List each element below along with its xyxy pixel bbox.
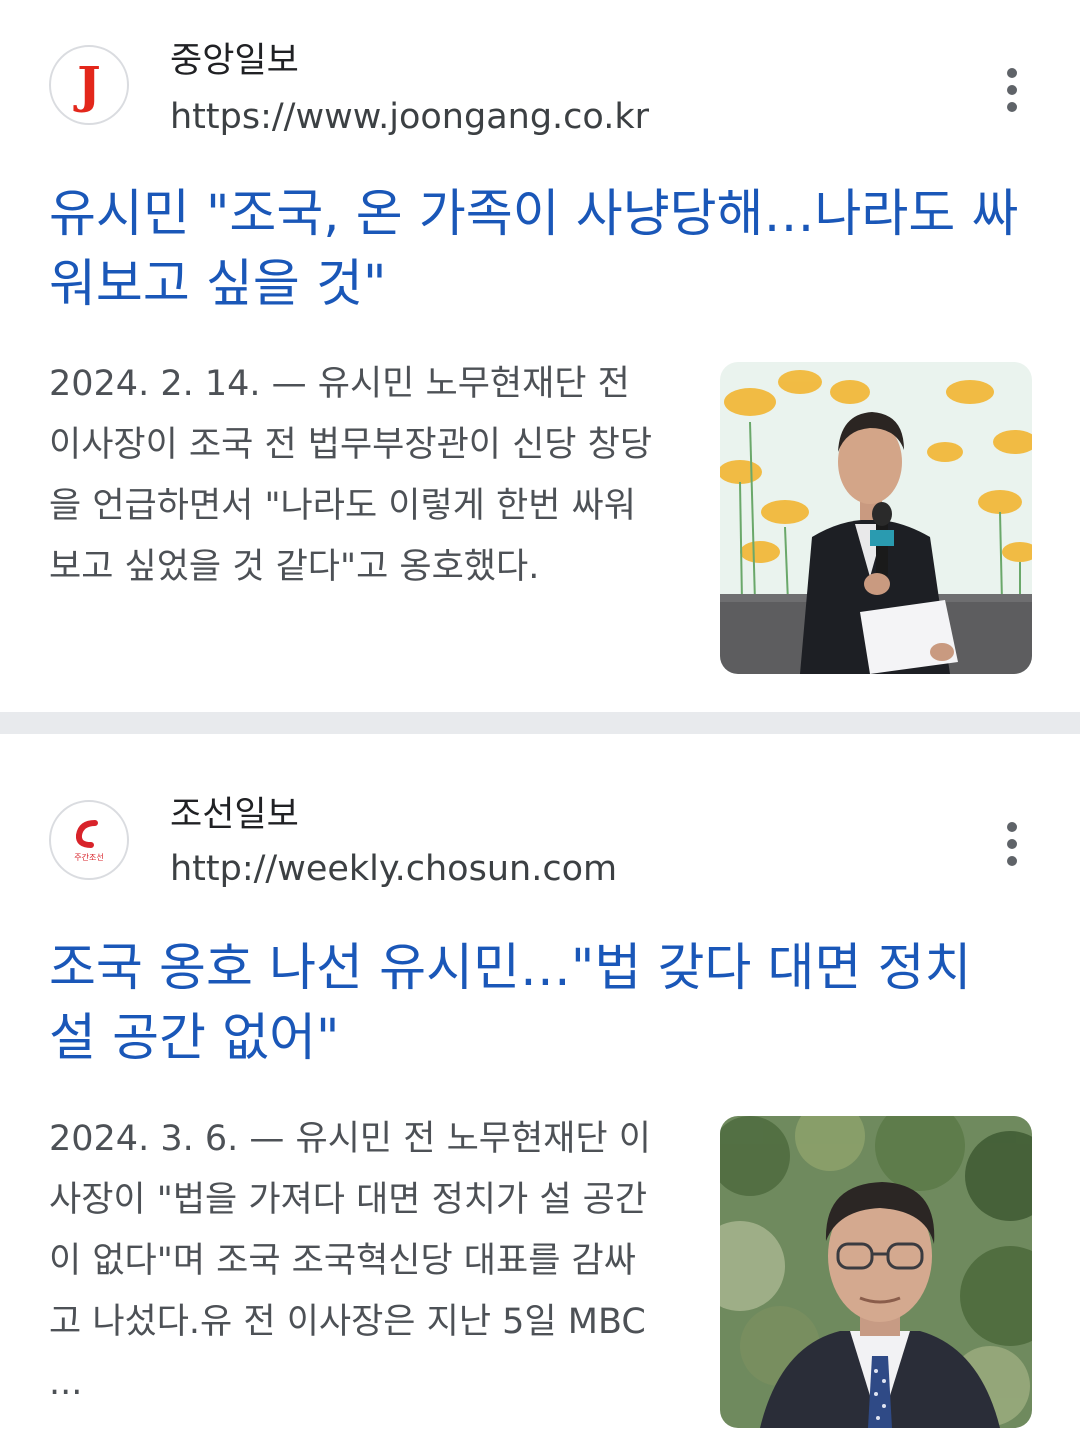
weekly-chosun-logo-icon: 주간조선	[74, 820, 104, 862]
source-name[interactable]: 조선일보	[170, 794, 299, 836]
result-date: 2024. 2. 14.	[49, 364, 261, 404]
svg-text:주간조선: 주간조선	[74, 852, 103, 862]
source-name[interactable]: 중앙일보	[170, 40, 299, 82]
more-vert-icon[interactable]	[990, 60, 1034, 120]
source-url[interactable]: https://www.joongang.co.kr	[170, 95, 649, 139]
result-thumbnail[interactable]	[720, 1116, 1032, 1428]
result-snippet: 2024. 2. 14. — 유시민 노무현재단 전 이사장이 조국 전 법무부…	[49, 354, 659, 598]
chosun-logo-icon: 주간조선	[49, 800, 129, 880]
date-separator: —	[238, 1119, 296, 1159]
result-thumbnail[interactable]	[720, 362, 1032, 674]
snippet-text: 유시민 전 노무현재단 이사장이 "법을 가져다 대면 정치가 설 공간이 없다…	[49, 1119, 651, 1403]
search-result-card-2[interactable]: 주간조선 조선일보 http://weekly.chosun.com 조국 옹호…	[0, 734, 1080, 1452]
result-snippet: 2024. 3. 6. — 유시민 전 노무현재단 이사장이 "법을 가져다 대…	[49, 1109, 659, 1414]
date-separator: —	[260, 364, 318, 404]
result-title-link[interactable]: 유시민 "조국, 온 가족이 사냥당해…나라도 싸워보고 싶을 것"	[49, 180, 1029, 320]
search-result-card-1[interactable]: J 중앙일보 https://www.joongang.co.kr 유시민 "조…	[0, 0, 1080, 712]
more-vert-icon[interactable]	[990, 814, 1034, 874]
source-url[interactable]: http://weekly.chosun.com	[170, 847, 617, 891]
result-title-link[interactable]: 조국 옹호 나선 유시민…"법 갖다 대면 정치 설 공간 없어"	[49, 934, 1029, 1074]
result-separator	[0, 712, 1080, 734]
news-photo-portrait-icon	[720, 1116, 1032, 1428]
joongang-logo-icon: J	[49, 45, 129, 125]
news-photo-speaker-icon	[720, 362, 1032, 674]
result-date: 2024. 3. 6.	[49, 1119, 239, 1159]
